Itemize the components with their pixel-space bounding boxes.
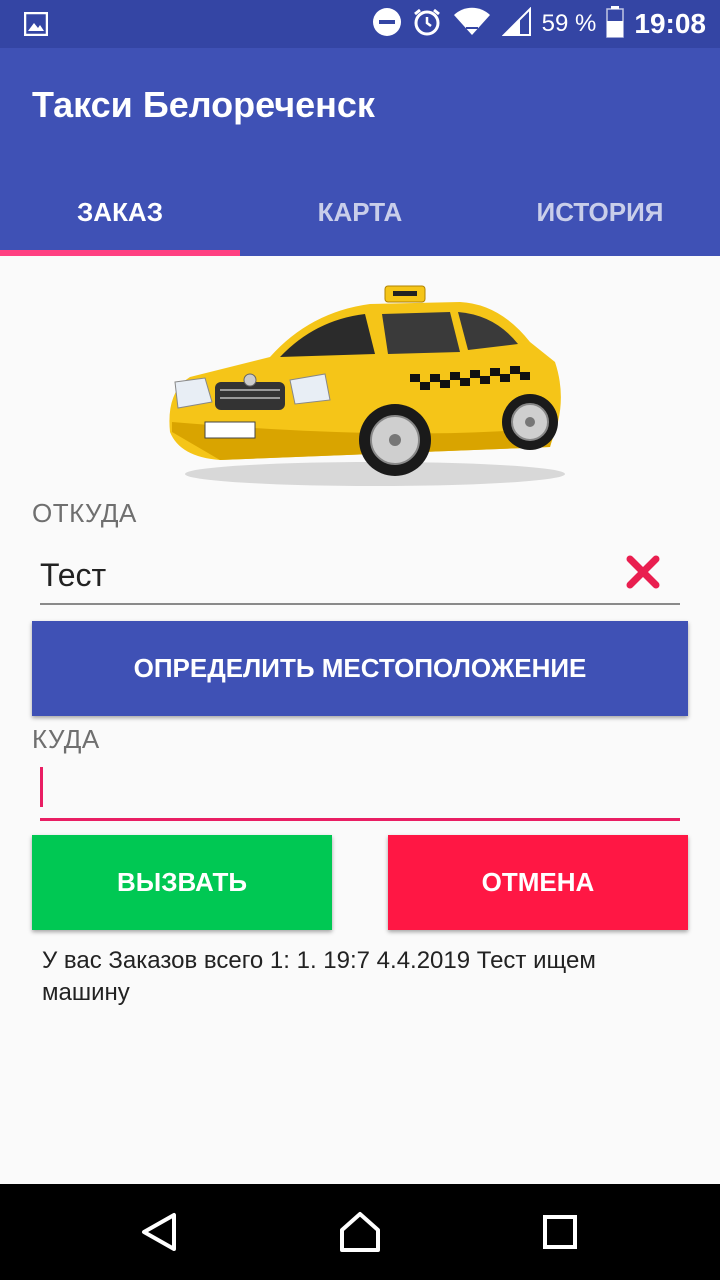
image-notification-icon (23, 11, 49, 41)
orders-status-text: У вас Заказов всего 1: 1. 19:7 4.4.2019 … (42, 947, 596, 1006)
battery-percent: 59 % (541, 10, 597, 37)
from-field[interactable]: Тест (40, 541, 680, 605)
app-bar: Такси Белореченск ЗАКАЗ КАРТА ИСТОРИЯ (0, 48, 720, 256)
tab-indicator (0, 250, 240, 256)
tab-map[interactable]: КАРТА (240, 168, 480, 256)
locate-button[interactable]: ОПРЕДЕЛИТЬ МЕСТОПОЛОЖЕНИЕ (32, 621, 688, 716)
taxi-car-image (169, 285, 565, 486)
do-not-disturb-icon (372, 7, 402, 42)
from-input-value[interactable]: Тест (40, 557, 106, 594)
text-cursor (40, 767, 43, 807)
home-icon[interactable] (330, 1202, 390, 1262)
from-underline (40, 603, 680, 605)
alarm-icon (412, 7, 442, 42)
wifi-icon (452, 7, 492, 42)
call-taxi-button[interactable]: ВЫЗВАТЬ (32, 835, 332, 930)
tab-order[interactable]: ЗАКАЗ (0, 168, 240, 256)
to-underline (40, 818, 680, 821)
to-field[interactable] (40, 757, 680, 821)
cancel-button[interactable]: ОТМЕНА (388, 835, 688, 930)
app-title: Такси Белореченск (32, 84, 375, 125)
clock: 19:08 (634, 8, 706, 39)
tab-bar: ЗАКАЗ КАРТА ИСТОРИЯ (0, 168, 720, 256)
tab-history[interactable]: ИСТОРИЯ (480, 168, 720, 256)
status-bar: 59 % 19:08 (0, 0, 720, 48)
clear-from-icon[interactable] (624, 553, 662, 591)
battery-icon (606, 5, 625, 43)
back-icon[interactable] (130, 1202, 190, 1262)
recent-apps-icon[interactable] (530, 1202, 590, 1262)
to-label: КУДА (32, 724, 100, 754)
navigation-bar (0, 1184, 720, 1280)
from-label: ОТКУДА (32, 498, 137, 528)
signal-icon (501, 6, 532, 42)
